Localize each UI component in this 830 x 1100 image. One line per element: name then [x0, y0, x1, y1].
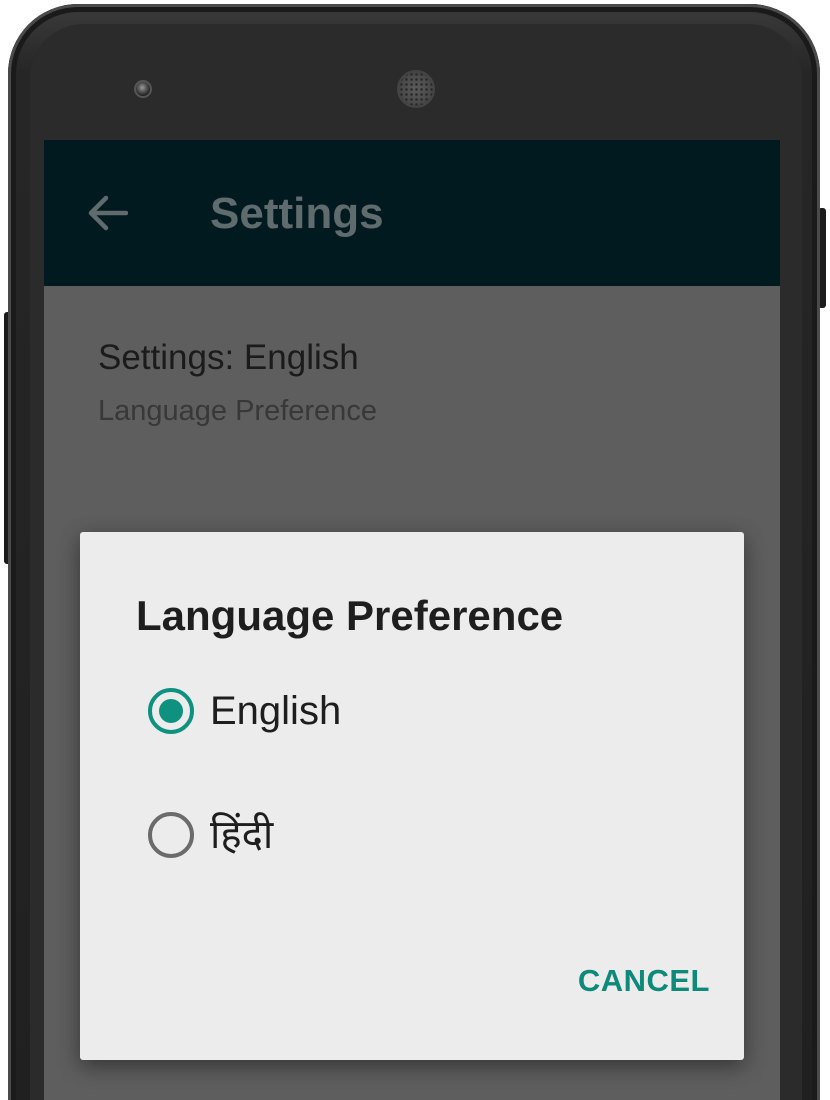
dialog-title: Language Preference	[136, 592, 564, 639]
radio-checked-icon[interactable]	[148, 688, 194, 734]
preference-summary: Language Preference	[98, 395, 377, 427]
radio-label: हिंदी	[210, 813, 274, 857]
preference-title: Settings: English	[98, 338, 359, 377]
arrow-back-icon[interactable]	[86, 192, 128, 234]
page-title: Settings	[210, 189, 384, 238]
radio-label: English	[210, 689, 342, 733]
cancel-button[interactable]: CANCEL	[550, 952, 710, 1010]
front-camera	[134, 80, 152, 98]
language-dialog: Language Preference English हिंदी CANCEL	[80, 532, 744, 1060]
earpiece-speaker	[397, 70, 435, 108]
radio-unchecked-icon[interactable]	[148, 812, 194, 858]
radio-option-hindi[interactable]: हिंदी	[146, 800, 686, 872]
screen: Settings Settings: English Language Pref…	[44, 140, 780, 1100]
language-preference-item[interactable]: Settings: English Language Preference	[44, 286, 780, 456]
app-bar: Settings	[44, 140, 780, 286]
radio-option-english[interactable]: English	[146, 676, 686, 748]
device-frame: Settings Settings: English Language Pref…	[0, 0, 830, 1100]
